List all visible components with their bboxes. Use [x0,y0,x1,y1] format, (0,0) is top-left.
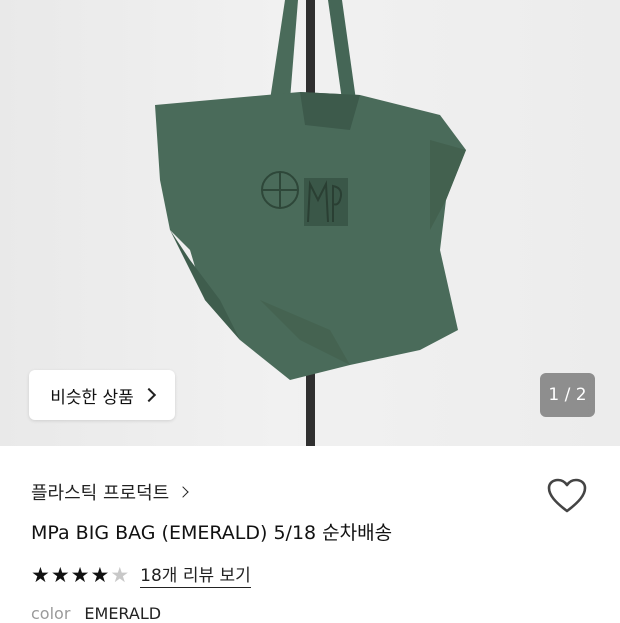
product-title: MPa BIG BAG (EMERALD) 5/18 순차배송 [31,522,393,544]
star-filled-icon: ★ [70,562,90,587]
heart-icon[interactable] [547,478,587,514]
brand-name: 플라스틱 프로덕트 [31,483,170,504]
star-filled-icon: ★ [31,562,50,587]
rating-row: ★ ★ ★ ★ ★ 18개 리뷰 보기 [31,561,251,588]
color-value: EMERALD [84,604,162,623]
pager-text: 1 / 2 [548,385,587,405]
similar-products-button[interactable]: 비슷한 상품 [29,370,175,420]
chevron-right-icon [177,486,189,498]
chevron-right-icon [141,387,156,403]
star-filled-icon: ★ [50,562,70,587]
star-empty-icon: ★ [110,562,130,587]
similar-products-label: 비슷한 상품 [50,387,134,408]
review-link[interactable]: 18개 리뷰 보기 [140,561,251,588]
star-filled-icon: ★ [90,562,110,587]
brand-link[interactable]: 플라스틱 프로덕트 [31,479,189,505]
color-label: color [31,604,71,623]
color-option: color EMERALD [31,604,161,623]
product-image[interactable]: 비슷한 상품 1 / 2 [0,0,620,446]
image-pager: 1 / 2 [540,373,595,417]
